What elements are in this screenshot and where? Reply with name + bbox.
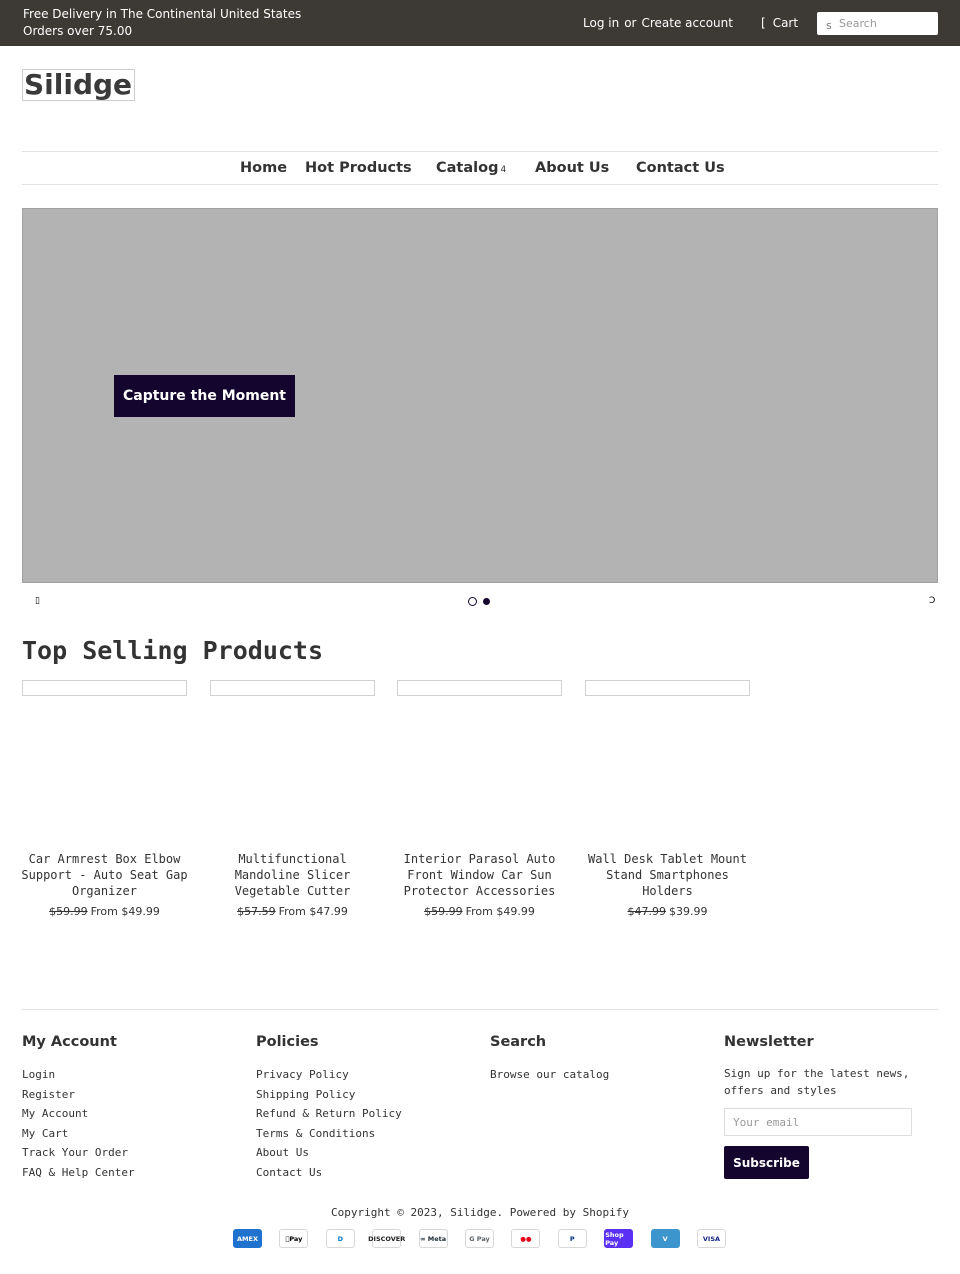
visa-icon: VISA — [697, 1229, 726, 1248]
footer-link-shipping-policy[interactable]: Shipping Policy — [256, 1085, 402, 1105]
footer-link-login[interactable]: Login — [22, 1065, 135, 1085]
footer-my-account: My Account Login Register My Account My … — [22, 1034, 135, 1182]
footer-link-contact-us[interactable]: Contact Us — [256, 1163, 402, 1183]
footer-heading: Search — [490, 1034, 547, 1050]
cart-icon: [ — [761, 16, 766, 30]
product-card[interactable]: Multifunctional Mandoline Slicer Vegetab… — [210, 680, 375, 918]
subscribe-button[interactable]: Subscribe — [724, 1146, 809, 1179]
meta-pay-icon: ∞ Meta — [418, 1229, 448, 1248]
footer-divider — [22, 1009, 938, 1010]
promo-line-2: Orders over 75.00 — [23, 24, 133, 38]
mastercard-icon: ●● — [511, 1229, 541, 1248]
product-price: $59.99 From $49.99 — [17, 905, 192, 918]
slider-dot-1[interactable] — [468, 597, 477, 606]
site-logo[interactable]: Silidge — [22, 69, 135, 101]
footer-link-my-cart[interactable]: My Cart — [22, 1124, 135, 1144]
newsletter-email-input[interactable] — [724, 1108, 912, 1136]
product-old-price: $59.99 — [424, 905, 463, 918]
section-title: Top Selling Products — [22, 636, 324, 665]
search-input[interactable] — [839, 15, 934, 32]
product-image[interactable] — [210, 680, 375, 696]
footer-link-refund-policy[interactable]: Refund & Return Policy — [256, 1104, 402, 1124]
product-sale-price: From $49.99 — [90, 905, 160, 918]
footer-newsletter: Newsletter Sign up for the latest news, … — [724, 1034, 939, 1179]
amex-icon: AMEX — [233, 1229, 262, 1248]
product-card[interactable]: Car Armrest Box Elbow Support - Auto Sea… — [21, 680, 188, 918]
diners-club-icon: D — [325, 1229, 355, 1248]
slider-prev-icon[interactable]: ▯ — [35, 596, 40, 606]
footer-link-about-us[interactable]: About Us — [256, 1143, 402, 1163]
hero-slideshow: Capture the Moment — [22, 208, 938, 583]
nav-item-catalog[interactable]: Catalog 4 — [436, 160, 506, 179]
promo-text: Free Delivery in The Continental United … — [23, 6, 301, 40]
main-nav: Home Hot Products Catalog 4 About Us Cont… — [22, 151, 938, 185]
product-title[interactable]: Wall Desk Tablet Mount Stand Smartphones… — [580, 852, 755, 899]
promo-line-1: Free Delivery in The Continental United … — [23, 7, 302, 21]
product-title[interactable]: Multifunctional Mandoline Slicer Vegetab… — [205, 852, 380, 899]
product-card[interactable]: Wall Desk Tablet Mount Stand Smartphones… — [585, 680, 750, 918]
product-sale-price: From $47.99 — [278, 905, 348, 918]
product-image[interactable] — [397, 680, 562, 696]
product-image[interactable] — [585, 680, 750, 696]
product-old-price: $59.99 — [49, 905, 88, 918]
newsletter-description: Sign up for the latest news, offers and … — [724, 1067, 910, 1097]
product-price: $47.99 $39.99 — [580, 905, 755, 918]
product-price: $57.59 From $47.99 — [205, 905, 380, 918]
shop-pay-icon: Shop Pay — [604, 1229, 634, 1248]
footer-policies: Policies Privacy Policy Shipping Policy … — [256, 1034, 402, 1182]
footer-heading: My Account — [22, 1034, 117, 1050]
footer-link-privacy-policy[interactable]: Privacy Policy — [256, 1065, 402, 1085]
nav-item-catalog-label: Catalog — [436, 160, 499, 176]
announcement-bar: Free Delivery in The Continental United … — [0, 0, 960, 46]
copyright-text: Copyright © 2023, Silidge. Powered by Sh… — [330, 1206, 629, 1219]
nav-item-contact-us[interactable]: Contact Us — [636, 160, 725, 177]
slider-dot-2[interactable] — [483, 598, 490, 605]
footer-link-terms[interactable]: Terms & Conditions — [256, 1124, 402, 1144]
account-links: Log in or Create account — [583, 15, 733, 31]
nav-item-hot-products[interactable]: Hot Products — [305, 160, 412, 177]
footer-link-my-account[interactable]: My Account — [22, 1104, 135, 1124]
search-icon[interactable]: s — [826, 20, 832, 31]
footer-heading: Policies — [256, 1034, 319, 1050]
nav-item-home[interactable]: Home — [240, 160, 287, 177]
chevron-down-icon: 4 — [500, 165, 507, 175]
slider-next-icon[interactable]: Ↄ — [929, 596, 935, 606]
login-link[interactable]: Log in — [583, 16, 619, 30]
product-sale-price: From $49.99 — [465, 905, 535, 918]
product-old-price: $57.59 — [237, 905, 276, 918]
footer-link-faq[interactable]: FAQ & Help Center — [22, 1163, 135, 1183]
footer-heading: Newsletter — [724, 1034, 814, 1050]
paypal-icon: P — [557, 1229, 587, 1248]
apple-pay-icon: Pay — [279, 1229, 309, 1248]
product-old-price: $47.99 — [627, 905, 667, 918]
or-text: or — [624, 16, 637, 30]
footer-link-register[interactable]: Register — [22, 1085, 135, 1105]
cart-link[interactable]: [ Cart — [761, 15, 798, 31]
product-price: $59.99 From $49.99 — [392, 905, 567, 918]
product-image[interactable] — [22, 680, 187, 696]
footer-link-browse-catalog[interactable]: Browse our catalog — [490, 1065, 609, 1085]
footer-link-track-order[interactable]: Track Your Order — [22, 1143, 135, 1163]
create-account-link[interactable]: Create account — [641, 16, 733, 30]
hero-cta-button[interactable]: Capture the Moment — [114, 375, 295, 417]
google-pay-icon: G Pay — [465, 1229, 494, 1248]
product-sale-price: $39.99 — [669, 905, 708, 918]
venmo-icon: V — [650, 1229, 680, 1248]
product-title[interactable]: Interior Parasol Auto Front Window Car S… — [392, 852, 567, 899]
discover-icon: DISCOVER — [368, 1229, 405, 1248]
product-title[interactable]: Car Armrest Box Elbow Support - Auto Sea… — [17, 852, 192, 899]
cart-label: Cart — [772, 16, 799, 30]
footer-search: Search Browse our catalog — [490, 1034, 609, 1085]
search-box: s — [817, 12, 938, 35]
product-card[interactable]: Interior Parasol Auto Front Window Car S… — [397, 680, 562, 918]
nav-item-about-us[interactable]: About Us — [535, 160, 609, 177]
